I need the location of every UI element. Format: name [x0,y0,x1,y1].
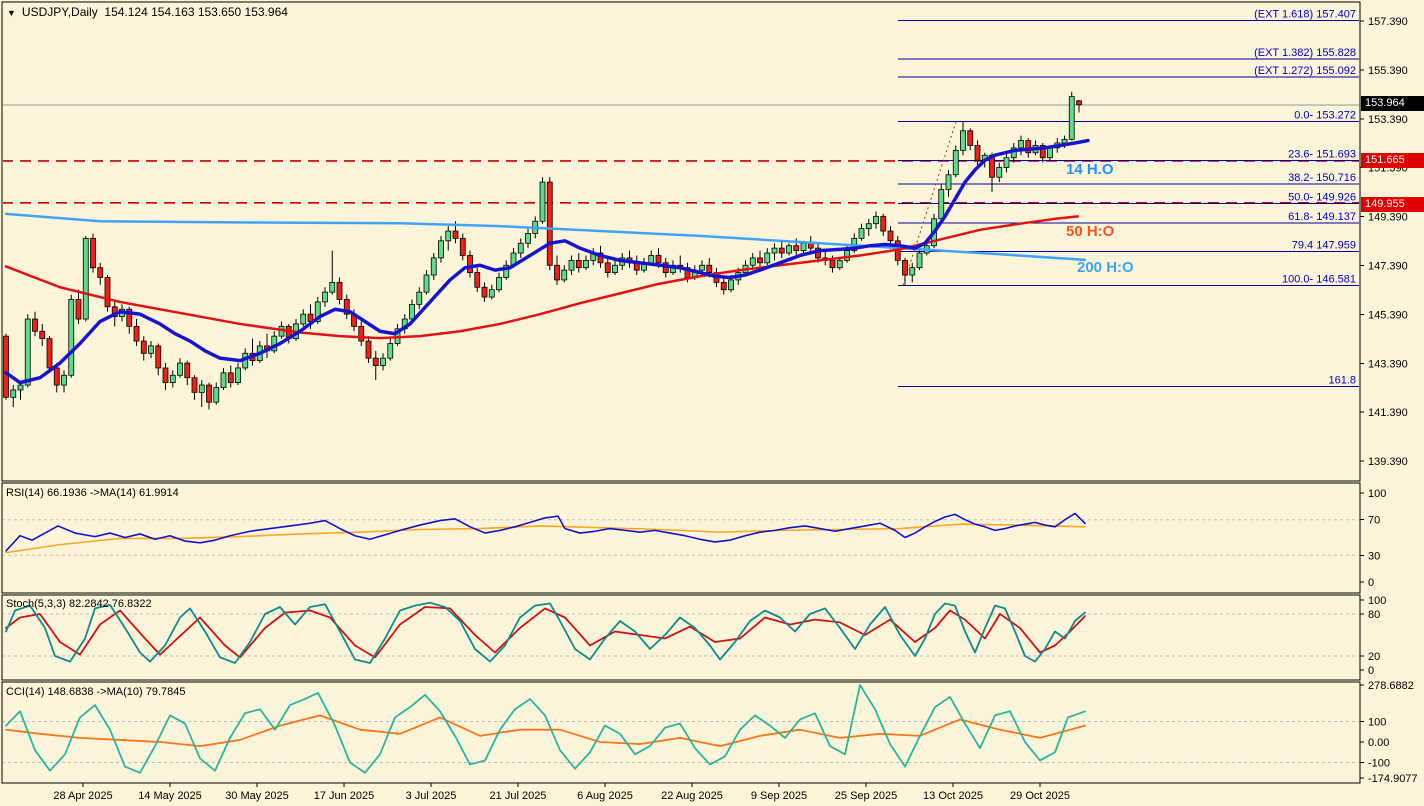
ohlc-values: 154.124 154.163 153.650 153.964 [104,5,288,19]
date-axis-label: 21 Jul 2025 [490,790,547,802]
fib-level-label: (EXT 1.382) 155.828 [1254,47,1356,59]
chart-canvas[interactable]: (EXT 1.618) 157.407 (EXT 1.382) 155.828 (E… [0,0,1424,806]
indicator-axis-label: 70 [1368,515,1380,527]
ma50-tag: 50 H:O [1066,223,1114,240]
symbol-period-label: USDJPY,Daily [22,5,98,19]
stoch-indicator-label: Stoch(5,3,3) 82.2842 76.8322 [6,598,152,610]
date-axis-label: 13 Oct 2025 [923,790,983,802]
date-axis-label: 6 Aug 2025 [577,790,633,802]
indicator-axis-label: 100 [1368,488,1386,500]
rsi-indicator-label: RSI(14) 66.1936 ->MA(14) 61.9914 [6,487,179,499]
date-axis-label: 30 May 2025 [225,790,289,802]
symbol-dropdown-icon[interactable]: ▼ [7,8,16,18]
fib-level-label: 61.8- 149.137 [1288,211,1356,223]
fib-level-label: 23.6- 151.693 [1288,148,1356,160]
date-axis-label: 25 Sep 2025 [835,790,897,802]
price-axis-label: 145.390 [1368,309,1408,321]
fib-level-label: 79.4 147.959 [1292,240,1356,252]
date-axis-label: 3 Jul 2025 [406,790,457,802]
indicator-axis-label: 100 [1368,717,1386,729]
main-plot[interactable] [2,21,1360,410]
fib-level-label: 0.0- 153.272 [1294,110,1356,122]
current-price-badge: 153.964 [1361,96,1424,111]
fib-level-label: (EXT 1.272) 155.092 [1254,65,1356,77]
price-axis-label: 141.390 [1368,407,1408,419]
indicator-axis-label: 30 [1368,550,1380,562]
chart-title: ▼ USDJPY,Daily 154.124 154.163 153.650 15… [7,5,288,19]
date-axis-label: 14 May 2025 [138,790,202,802]
alert-price-badge: 151.665 [1361,153,1424,168]
indicator-axis-label: 100 [1368,595,1386,607]
indicator-axis-label: 0 [1368,577,1374,589]
indicator-axis-label: -100 [1368,758,1390,770]
indicator-axis-label: 20 [1368,651,1380,663]
indicator-plot[interactable] [2,685,1360,773]
indicator-axis-label: 278.6882 [1368,680,1414,692]
date-axis-label: 29 Oct 2025 [1010,790,1070,802]
date-axis-label: 28 Apr 2025 [53,790,112,802]
indicator-axis-label: 0 [1368,665,1374,677]
fib-level-label: (EXT 1.618) 157.407 [1254,9,1356,21]
indicator-axis-label: 80 [1368,609,1380,621]
indicator-axis-label: -174.9077 [1368,773,1418,785]
date-axis-label: 17 Jun 2025 [314,790,375,802]
fib-level-label: 38.2- 150.716 [1288,172,1356,184]
ma14-tag: 14 H.O [1066,161,1114,178]
cci-indicator-label: CCI(14) 148.6838 ->MA(10) 79.7845 [6,686,185,698]
price-axis-label: 139.390 [1368,456,1408,468]
trading-chart-window: (EXT 1.618) 157.407 (EXT 1.382) 155.828 (E… [0,0,1424,806]
fib-level-label: 161.8 [1328,374,1356,386]
ma200-tag: 200 H:O [1077,259,1134,276]
price-axis-label: 143.390 [1368,358,1408,370]
indicator-axis-label: 0.00 [1368,737,1389,749]
date-axis-label: 22 Aug 2025 [661,790,723,802]
fib-level-label: 100.0- 146.581 [1282,273,1356,285]
price-axis-label: 149.390 [1368,212,1408,224]
indicator-plot[interactable] [2,603,1360,663]
price-axis-label: 153.390 [1368,114,1408,126]
price-axis-label: 157.390 [1368,16,1408,28]
fib-level-label: 50.0- 149.926 [1288,191,1356,203]
alert-price-badge: 149.955 [1361,197,1424,212]
date-axis-label: 9 Sep 2025 [751,790,807,802]
price-axis-label: 147.390 [1368,261,1408,273]
indicator-plot[interactable] [2,513,1360,555]
price-axis-label: 155.390 [1368,65,1408,77]
